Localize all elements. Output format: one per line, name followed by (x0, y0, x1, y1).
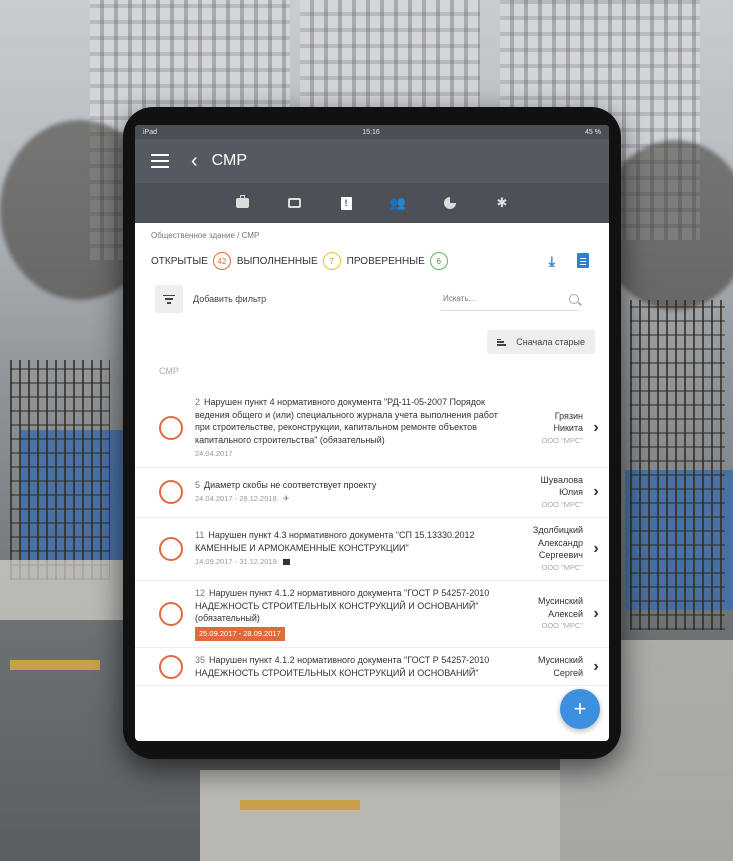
status-bar: iPad 15:16 45 % (135, 125, 609, 139)
assignee-line-3: Сергеевич (538, 550, 583, 560)
pin-icon: ✈ (282, 494, 290, 504)
chevron-right-icon[interactable]: › (583, 540, 609, 558)
assignee-org: ООО "МРС" (541, 562, 584, 572)
download-icon[interactable]: ⤓ (549, 253, 555, 270)
section-toolbar: ! 👥 ✱ (135, 183, 609, 223)
issue-text: Нарушен пункт 4.1.2 нормативного докумен… (195, 588, 490, 623)
issue-number: 2 (195, 397, 201, 407)
issue-date: 24.04.2017 (195, 449, 233, 458)
open-count-badge[interactable]: 42 (212, 252, 231, 270)
pie-chart-icon[interactable] (441, 196, 459, 210)
sort-oldest-button[interactable]: Сначала старые (487, 330, 595, 354)
people-icon[interactable]: 👥 (389, 195, 407, 210)
checked-count-badge[interactable]: 6 (429, 252, 448, 270)
chevron-right-icon[interactable]: › (583, 483, 609, 501)
sort-icon (497, 338, 507, 346)
app-screen: iPad 15:16 45 % ‹ СМР ! 👥 ✱ Общественное… (135, 125, 609, 741)
report-clipboard-icon[interactable] (577, 252, 589, 268)
status-circle-icon[interactable] (159, 602, 183, 626)
tab-open[interactable]: ОТКРЫТЫЕ (151, 256, 208, 267)
assignee-line-2: Никита (553, 423, 583, 433)
chevron-right-icon[interactable]: › (583, 419, 609, 437)
issue-date: 14.09.2017 - 31.12.2019 (195, 557, 277, 567)
sort-row: Сначала старые (135, 314, 609, 354)
carrier-label: iPad (143, 128, 158, 136)
list-item[interactable]: 35 Нарушен пункт 4.1.2 нормативного докум… (135, 648, 609, 686)
chevron-right-icon[interactable]: › (583, 658, 609, 676)
issue-list: 2 Нарушен пункт 4 нормативного документа … (135, 376, 609, 686)
issue-date: 24.04.2017 - 28.12.2018 (195, 494, 277, 504)
issue-number: 11 (195, 530, 205, 541)
issue-text: Нарушен пункт 4.3 нормативного документа… (195, 530, 475, 553)
add-issue-button[interactable]: + (560, 689, 600, 729)
assignee-line-1: Мусинский (538, 655, 583, 665)
assignee-line-2: Сергей (553, 667, 583, 678)
assignee-org: ООО "МРС" (541, 621, 584, 631)
assignee-line-2: Алексей (548, 608, 583, 619)
clock-label: 15:16 (362, 128, 380, 136)
assignee-line-2: Юлия (559, 487, 583, 497)
done-count-badge[interactable]: 7 (322, 252, 341, 270)
hamburger-menu-icon[interactable] (151, 154, 169, 168)
breadcrumb[interactable]: Общественное здание / СМР (135, 223, 609, 240)
calendar-icon (282, 559, 290, 566)
list-item[interactable]: 12 Нарушен пункт 4.1.2 нормативного докум… (135, 581, 609, 648)
assignee-org: ООО "МРС" (541, 499, 584, 509)
battery-label: 45 % (585, 128, 601, 136)
status-circle-icon[interactable] (159, 537, 183, 561)
issue-text: Диаметр скобы не соответствует проекту (204, 479, 377, 490)
tablet-frame: iPad 15:16 45 % ‹ СМР ! 👥 ✱ Общественное… (123, 107, 621, 759)
assignee-line-1: Здолбицкий (532, 525, 583, 535)
briefcase-icon[interactable] (233, 195, 251, 210)
issue-text: Нарушен пункт 4 нормативного документа "… (195, 397, 498, 445)
assignee-line-1: Мусинский (538, 596, 583, 607)
gear-icon[interactable]: ✱ (493, 195, 511, 210)
sort-label: Сначала старые (516, 337, 585, 347)
assignee-line-1: Грязин (554, 410, 583, 421)
overdue-date-badge: 25.09.2017 - 28.09.2017 (195, 626, 285, 641)
add-filter-link[interactable]: Добавить фильтр (193, 294, 266, 304)
filter-icon (163, 294, 175, 304)
list-item[interactable]: 5 Диаметр скобы не соответствует проекту … (135, 468, 609, 518)
chevron-right-icon[interactable]: › (583, 605, 609, 623)
status-counts: ОТКРЫТЫЕ 42 ВЫПОЛНЕННЫЕ 7 ПРОВЕРЕННЫЕ 6 … (135, 240, 609, 272)
clipboard-alert-icon[interactable]: ! (337, 196, 355, 210)
issue-number: 35 (195, 655, 206, 665)
tab-checked[interactable]: ПРОВЕРЕННЫЕ (347, 256, 425, 267)
assignee-line-2: Александр (537, 537, 583, 548)
filter-button[interactable] (155, 285, 183, 313)
tab-done[interactable]: ВЫПОЛНЕННЫЕ (237, 256, 318, 267)
search-box (441, 288, 579, 311)
search-icon[interactable] (569, 293, 579, 304)
assignee-line-1: Шувалова (540, 474, 583, 485)
status-circle-icon[interactable] (159, 416, 183, 441)
status-circle-icon[interactable] (159, 654, 183, 679)
page-title: СМР (211, 152, 248, 169)
status-circle-icon[interactable] (159, 480, 183, 505)
issue-number: 12 (195, 588, 206, 598)
box-icon[interactable] (285, 196, 303, 210)
list-item[interactable]: 2 Нарушен пункт 4 нормативного документа … (135, 390, 609, 468)
search-input[interactable] (441, 293, 545, 304)
chevron-left-icon[interactable]: ‹ (191, 151, 198, 171)
section-heading: СМР (159, 366, 179, 376)
issue-number: 5 (195, 479, 201, 490)
app-bar: ‹ СМР (135, 139, 609, 183)
filter-row: Добавить фильтр (135, 272, 609, 314)
issue-text: Нарушен пункт 4.1.2 нормативного докумен… (195, 655, 490, 678)
list-item[interactable]: 11 Нарушен пункт 4.3 нормативного докумен… (135, 518, 609, 581)
assignee-org: ООО "МРС" (541, 435, 584, 445)
